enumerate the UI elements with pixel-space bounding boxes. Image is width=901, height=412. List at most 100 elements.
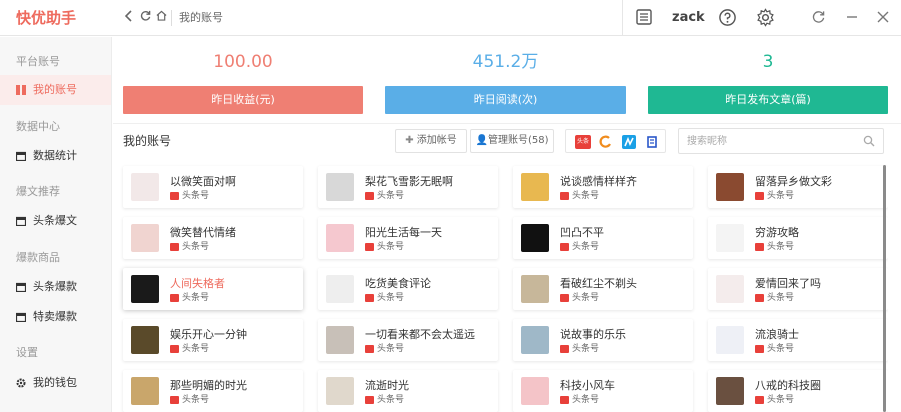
toutiao-icon[interactable]: 头条 xyxy=(575,135,591,149)
account-platform: 头条号 xyxy=(755,395,794,405)
account-platform: 头条号 xyxy=(560,395,599,405)
sidebar-item-toutiao-products[interactable]: 头条爆款 xyxy=(0,272,111,302)
sidebar-item-toutiao-articles[interactable]: 头条爆文 xyxy=(0,206,111,236)
refresh-icon[interactable] xyxy=(138,10,152,26)
account-card[interactable]: 说故事的乐乐 头条号 xyxy=(513,319,693,361)
reload-icon[interactable] xyxy=(808,8,828,28)
sogou-icon[interactable] xyxy=(599,135,613,149)
account-card[interactable]: 看破红尘不剃头头条号 xyxy=(513,268,693,310)
manage-accounts-label: 管理账号(58) xyxy=(487,135,549,146)
account-card[interactable]: 阳光生活每一天 头条号 xyxy=(318,217,498,259)
account-card[interactable]: 那些明媚的时光头条号 xyxy=(123,370,303,412)
account-name: 凹凸不平 xyxy=(560,226,604,239)
toutiao-icon xyxy=(560,243,569,251)
calendar-icon xyxy=(16,312,26,322)
platform-label: 头条号 xyxy=(377,293,405,303)
account-platform: 头条号 xyxy=(755,293,794,303)
avatar xyxy=(326,224,354,252)
sidebar-item-statistics[interactable]: 数据统计 xyxy=(0,141,111,171)
platform-label: 头条号 xyxy=(182,293,210,303)
account-card[interactable]: 吃货美食评论头条号 xyxy=(318,268,498,310)
add-account-button[interactable]: ✚ 添加帐号 xyxy=(395,129,467,153)
stat-earnings-button[interactable]: 昨日收益(元) xyxy=(123,86,363,114)
platform-label: 头条号 xyxy=(572,191,600,201)
platform-label: 头条号 xyxy=(182,344,210,354)
platform-label: 头条号 xyxy=(182,395,210,405)
platform-label: 头条号 xyxy=(377,191,405,201)
plus-icon: ✚ xyxy=(405,135,414,146)
avatar xyxy=(131,326,159,354)
manage-accounts-button[interactable]: 👤管理账号(58) xyxy=(470,129,554,153)
account-name: 看破红尘不剃头 xyxy=(560,277,637,290)
sidebar-item-label: 特卖爆款 xyxy=(33,310,77,323)
sidebar-group-articles: 爆文推荐 xyxy=(16,185,60,198)
platform-label: 头条号 xyxy=(572,344,600,354)
sidebar-item-wallet[interactable]: 我的钱包 xyxy=(0,368,111,398)
dayu-icon[interactable] xyxy=(622,135,636,149)
avatar xyxy=(521,224,549,252)
account-card[interactable]: 人间失格者 头条号 xyxy=(123,268,303,310)
sidebar-group-platform: 平台账号 xyxy=(16,55,60,68)
add-account-label: 添加帐号 xyxy=(416,135,457,146)
account-card[interactable]: 一切看来都不会太遥远 头条号 xyxy=(318,319,498,361)
toutiao-icon xyxy=(170,243,179,251)
scrollbar[interactable] xyxy=(883,165,886,412)
help-icon[interactable] xyxy=(717,8,737,28)
sidebar-item-label: 头条爆款 xyxy=(33,280,77,293)
sidebar-item-sale-products[interactable]: 特卖爆款 xyxy=(0,302,111,332)
account-platform: 头条号 xyxy=(170,242,209,252)
account-card[interactable]: 穷游攻略 头条号 xyxy=(708,217,888,259)
gear-icon[interactable] xyxy=(755,8,775,28)
app-title: 快优助手 xyxy=(16,9,77,27)
notebook-icon[interactable] xyxy=(634,8,654,28)
account-platform: 头条号 xyxy=(170,191,209,201)
back-icon[interactable] xyxy=(122,10,136,26)
avatar xyxy=(326,377,354,405)
account-card[interactable]: 流浪骑士 头条号 xyxy=(708,319,888,361)
account-card[interactable]: 说谈感情样样齐头条号 xyxy=(513,166,693,208)
stat-reads-button[interactable]: 昨日阅读(次) xyxy=(385,86,626,114)
avatar xyxy=(521,275,549,303)
account-name: 那些明媚的时光 xyxy=(170,379,247,392)
account-name: 吃货美食评论 xyxy=(365,277,431,290)
account-platform: 头条号 xyxy=(365,242,404,252)
toutiao-icon xyxy=(755,294,764,302)
account-card[interactable]: 以微笑面对啊 头条号 xyxy=(123,166,303,208)
breadcrumb: 我的账号 xyxy=(179,11,223,24)
account-card[interactable]: 梨花飞雪影无眠啊 头条号 xyxy=(318,166,498,208)
platform-label: 头条号 xyxy=(377,242,405,252)
toutiao-icon xyxy=(560,294,569,302)
avatar xyxy=(521,326,549,354)
account-platform: 头条号 xyxy=(170,344,209,354)
account-card[interactable]: 科技小风车 头条号 xyxy=(513,370,693,412)
sidebar-item-label: 数据统计 xyxy=(33,149,77,162)
sidebar-item-my-account[interactable]: 我的账号 xyxy=(0,75,111,105)
close-icon[interactable] xyxy=(873,8,893,28)
sidebar-item-label: 我的钱包 xyxy=(33,376,77,389)
account-grid: 以微笑面对啊 头条号 梨花飞雪影无眠啊 头条号 说谈感情样样齐 头条号 留落异乡做文彩 头条号… xyxy=(113,160,888,412)
account-name: 以微笑面对啊 xyxy=(170,175,236,188)
account-name: 说谈感情样样齐 xyxy=(560,175,637,188)
platform-label: 头条号 xyxy=(182,242,210,252)
platform-label: 头条号 xyxy=(572,293,600,303)
minimize-icon[interactable] xyxy=(842,8,862,28)
home-icon[interactable] xyxy=(154,10,168,26)
platform-filter-group: 头条 xyxy=(565,129,666,153)
search-input[interactable] xyxy=(687,133,857,149)
account-card[interactable]: 八戒的科技圈 头条号 xyxy=(708,370,888,412)
search-icon[interactable] xyxy=(863,135,875,147)
account-platform: 头条号 xyxy=(560,242,599,252)
stat-articles-button[interactable]: 昨日发布文章(篇) xyxy=(648,86,888,114)
title-bar: 快优助手 我的账号 zack xyxy=(0,0,901,36)
baijia-icon[interactable] xyxy=(645,135,659,149)
account-card[interactable]: 娱乐开心一分钟 头条号 xyxy=(123,319,303,361)
account-card[interactable]: 流逝时光 头条号 xyxy=(318,370,498,412)
account-card[interactable]: 凹凸不平 头条号 xyxy=(513,217,693,259)
account-card[interactable]: 爱情回来了吗 头条号 xyxy=(708,268,888,310)
account-platform: 头条号 xyxy=(365,395,404,405)
account-name: 八戒的科技圈 xyxy=(755,379,821,392)
account-card[interactable]: 留落异乡做文彩 头条号 xyxy=(708,166,888,208)
account-platform: 头条号 xyxy=(560,191,599,201)
username[interactable]: zack xyxy=(672,0,705,36)
account-card[interactable]: 微笑替代情绪 头条号 xyxy=(123,217,303,259)
